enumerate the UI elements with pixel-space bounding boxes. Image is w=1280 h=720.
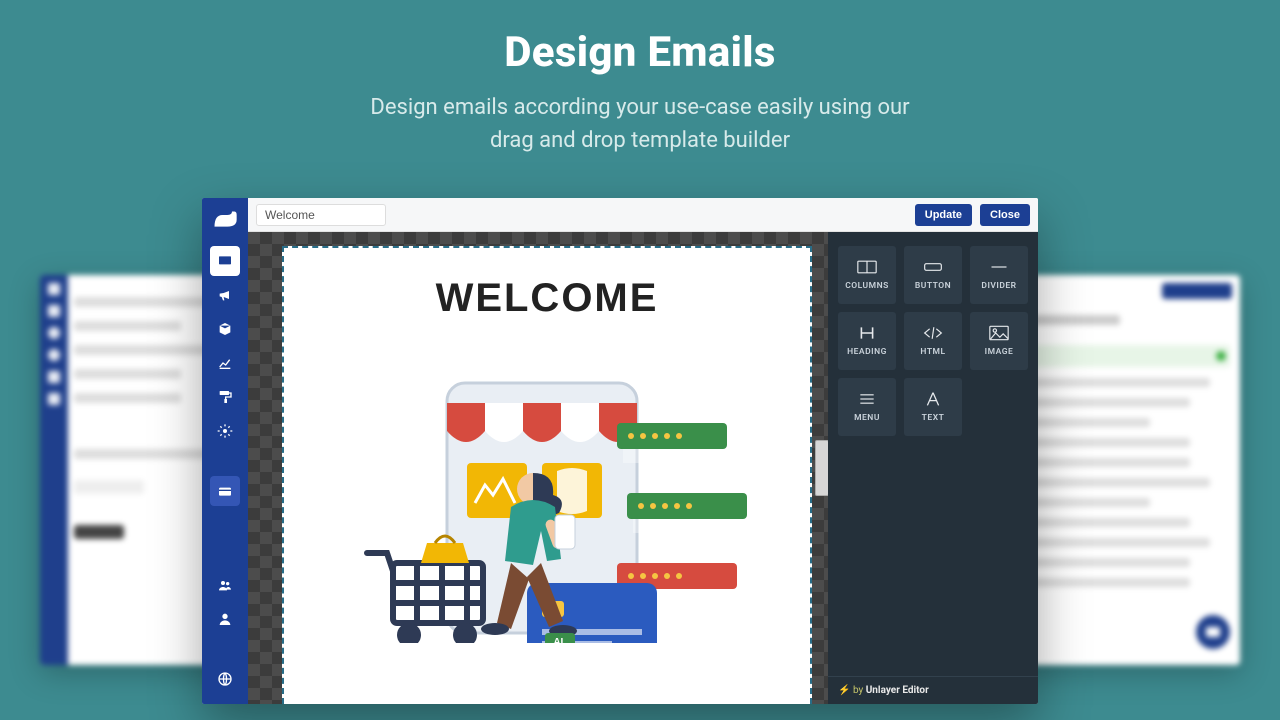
canvas-resize-handle[interactable] bbox=[815, 440, 828, 496]
tool-columns[interactable]: COLUMNS bbox=[838, 246, 896, 304]
editor-main: Update Close WELCOME bbox=[248, 198, 1038, 704]
template-name-input[interactable] bbox=[256, 204, 386, 226]
hero-section: Design Emails Design emails according yo… bbox=[0, 0, 1280, 157]
credit-brand: Unlayer Editor bbox=[866, 685, 929, 696]
tool-heading-label: HEADING bbox=[847, 347, 887, 357]
tool-divider[interactable]: DIVIDER bbox=[970, 246, 1028, 304]
tool-text-label: TEXT bbox=[922, 413, 945, 423]
tools-panel: COLUMNS BUTTON DIVIDER HEADING bbox=[828, 232, 1038, 704]
update-button[interactable]: Update bbox=[915, 204, 972, 226]
tool-button-label: BUTTON bbox=[915, 281, 951, 291]
svg-text:AL: AL bbox=[553, 637, 566, 643]
email-hero-illustration: AL bbox=[284, 343, 810, 643]
canvas-area[interactable]: WELCOME bbox=[248, 232, 828, 704]
hero-subtitle-line1: Design emails according your use-case ea… bbox=[370, 95, 909, 120]
tool-heading[interactable]: HEADING bbox=[838, 312, 896, 370]
tool-columns-label: COLUMNS bbox=[845, 281, 889, 291]
email-preview[interactable]: WELCOME bbox=[282, 246, 812, 704]
nav-user-icon[interactable] bbox=[210, 604, 240, 634]
tool-html-label: HTML bbox=[920, 347, 945, 357]
chat-bubble-icon bbox=[1196, 615, 1230, 649]
nav-box-icon[interactable] bbox=[210, 314, 240, 344]
tool-menu-label: MENU bbox=[854, 413, 880, 423]
tool-divider-label: DIVIDER bbox=[981, 281, 1016, 291]
nav-settings-icon[interactable] bbox=[210, 416, 240, 446]
bolt-icon: ⚡ bbox=[838, 685, 850, 696]
app-sidebar bbox=[202, 198, 248, 704]
nav-card-icon[interactable] bbox=[210, 476, 240, 506]
tool-html[interactable]: HTML bbox=[904, 312, 962, 370]
tool-text[interactable]: TEXT bbox=[904, 378, 962, 436]
email-heading: WELCOME bbox=[284, 276, 810, 321]
editor-workspace: WELCOME bbox=[248, 232, 1038, 704]
background-card-right bbox=[1020, 275, 1240, 665]
tool-menu[interactable]: MENU bbox=[838, 378, 896, 436]
nav-megaphone-icon[interactable] bbox=[210, 280, 240, 310]
nav-globe-icon[interactable] bbox=[210, 664, 240, 694]
hero-title: Design Emails bbox=[0, 28, 1280, 77]
hero-subtitle-line2: drag and drop template builder bbox=[490, 128, 790, 153]
editor-window: Update Close WELCOME bbox=[202, 198, 1038, 704]
editor-topbar: Update Close bbox=[248, 198, 1038, 232]
hero-subtitle: Design emails according your use-case ea… bbox=[0, 91, 1280, 157]
app-logo-icon bbox=[211, 208, 239, 232]
tool-image[interactable]: IMAGE bbox=[970, 312, 1028, 370]
credit-by: by bbox=[853, 685, 863, 696]
tool-image-label: IMAGE bbox=[985, 347, 1014, 357]
nav-users-icon[interactable] bbox=[210, 570, 240, 600]
close-button[interactable]: Close bbox=[980, 204, 1030, 226]
nav-dashboard-icon[interactable] bbox=[210, 246, 240, 276]
editor-credit: ⚡ by Unlayer Editor bbox=[828, 676, 1038, 704]
nav-analytics-icon[interactable] bbox=[210, 348, 240, 378]
nav-paint-roller-icon[interactable] bbox=[210, 382, 240, 412]
bg-right-header bbox=[1030, 315, 1120, 325]
tool-button[interactable]: BUTTON bbox=[904, 246, 962, 304]
